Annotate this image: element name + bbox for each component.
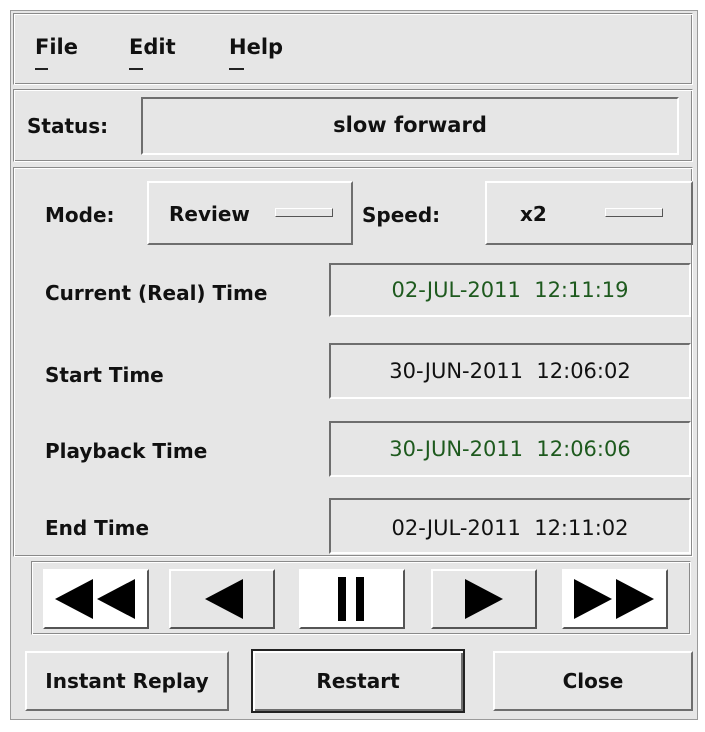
instant-replay-button[interactable]: Instant Replay xyxy=(25,651,229,711)
mode-value: Review xyxy=(169,202,250,226)
fast-forward-icon xyxy=(574,579,654,619)
playback-time-value: 30-JUN-2011 12:06:06 xyxy=(389,437,631,461)
menu-edit-mnemonic xyxy=(129,68,143,70)
play-button[interactable] xyxy=(431,569,537,629)
status-field: slow forward xyxy=(141,97,679,155)
playback-control-window: File Edit Help Status: slow forward Mode… xyxy=(10,10,698,720)
status-value: slow forward xyxy=(333,113,487,137)
speed-select[interactable]: x2 xyxy=(485,181,693,245)
menu-file[interactable]: File xyxy=(35,35,78,59)
start-time-field: 30-JUN-2011 12:06:02 xyxy=(329,343,691,399)
restart-label: Restart xyxy=(316,669,400,693)
menu-bar xyxy=(13,13,693,85)
start-time-label: Start Time xyxy=(45,363,164,387)
end-time-field: 02-JUL-2011 12:11:02 xyxy=(329,498,691,554)
mode-select[interactable]: Review xyxy=(147,181,353,245)
fast-rewind-button[interactable] xyxy=(43,569,149,629)
menu-edit[interactable]: Edit xyxy=(129,35,176,59)
pause-icon xyxy=(338,577,364,621)
speed-option-indicator xyxy=(605,208,663,217)
menu-help-mnemonic xyxy=(229,68,244,70)
current-time-value: 02-JUL-2011 12:11:19 xyxy=(391,278,629,302)
rewind-icon xyxy=(205,579,243,619)
pause-button[interactable] xyxy=(299,569,405,629)
close-button[interactable]: Close xyxy=(493,651,693,711)
close-label: Close xyxy=(562,669,624,693)
restart-button[interactable]: Restart xyxy=(251,649,465,713)
mode-label: Mode: xyxy=(45,203,115,227)
fast-rewind-icon xyxy=(55,579,135,619)
speed-label: Speed: xyxy=(362,203,441,227)
playback-time-field: 30-JUN-2011 12:06:06 xyxy=(329,421,691,477)
status-label: Status: xyxy=(27,114,109,138)
end-time-value: 02-JUL-2011 12:11:02 xyxy=(391,516,629,540)
mode-option-indicator xyxy=(275,208,333,217)
current-time-field: 02-JUL-2011 12:11:19 xyxy=(329,263,691,317)
playback-time-label: Playback Time xyxy=(45,439,208,463)
speed-value: x2 xyxy=(520,202,547,226)
fast-forward-button[interactable] xyxy=(562,569,668,629)
start-time-value: 30-JUN-2011 12:06:02 xyxy=(389,359,631,383)
end-time-label: End Time xyxy=(45,516,150,540)
menu-help[interactable]: Help xyxy=(229,35,283,59)
menu-file-mnemonic xyxy=(35,68,48,70)
current-time-label: Current (Real) Time xyxy=(45,281,268,305)
play-icon xyxy=(465,579,503,619)
rewind-button[interactable] xyxy=(169,569,275,629)
instant-replay-label: Instant Replay xyxy=(45,669,209,693)
